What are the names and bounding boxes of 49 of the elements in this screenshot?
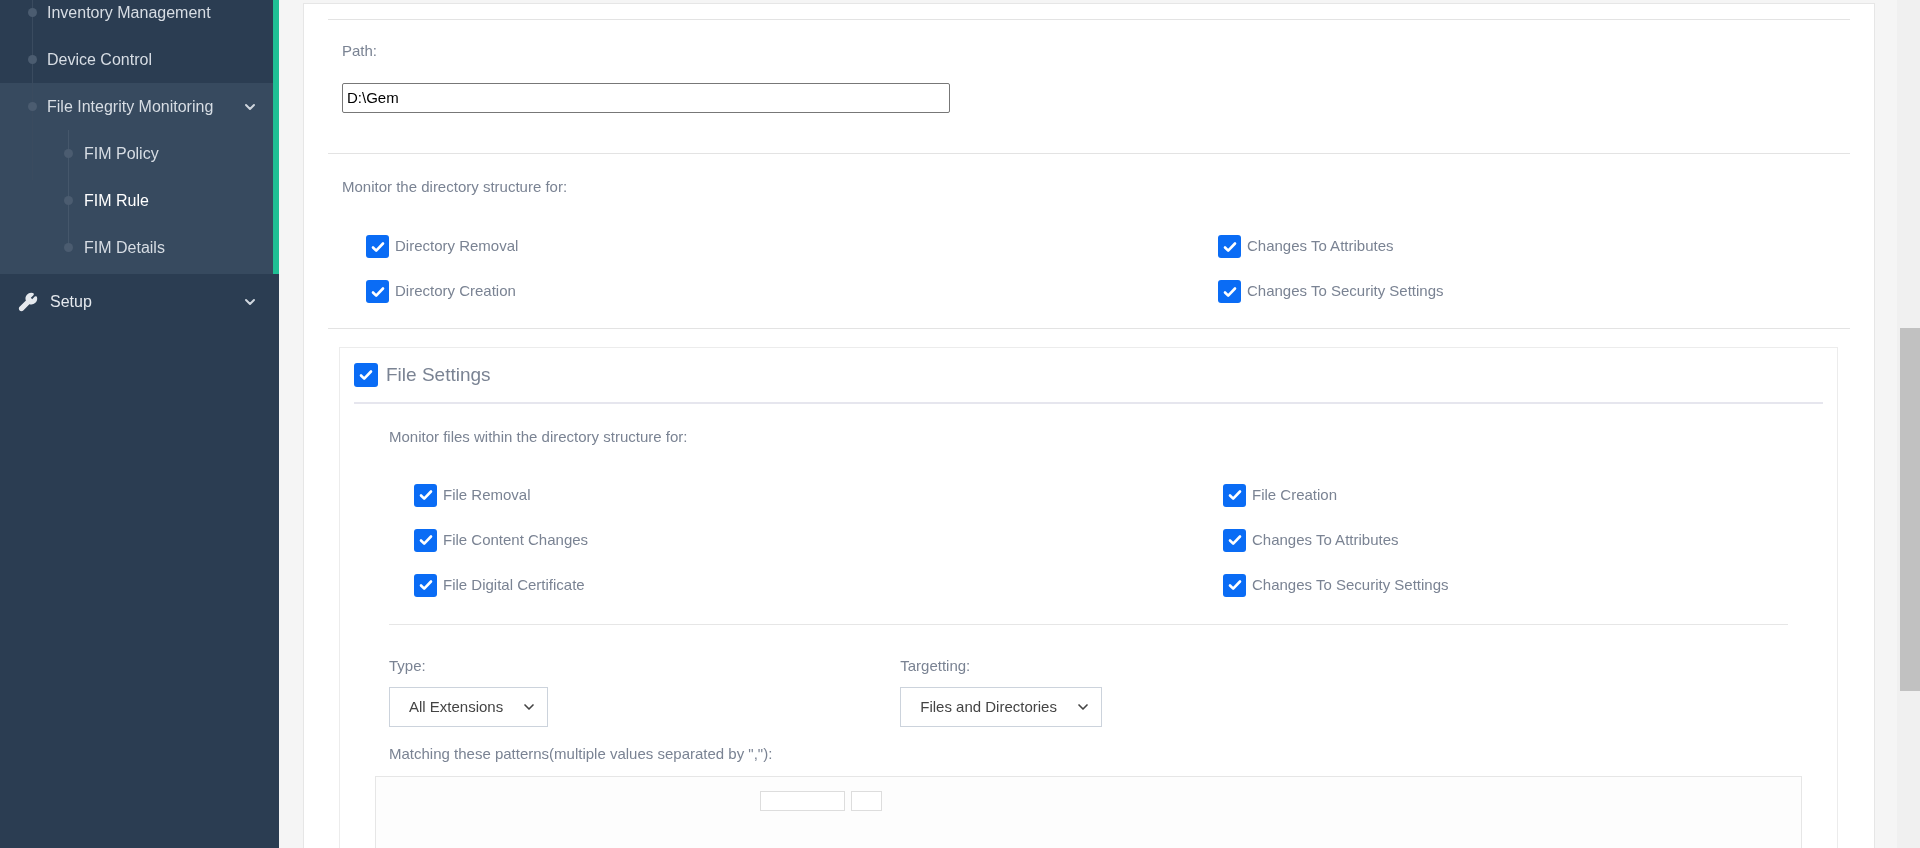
checkbox-label: Changes To Security Settings (1252, 574, 1449, 595)
check-icon (417, 577, 434, 593)
nav-item[interactable]: Setup (50, 290, 92, 314)
checkbox-label: Changes To Attributes (1252, 529, 1399, 550)
nav-item[interactable]: FIM Details (84, 235, 165, 260)
checkbox[interactable] (1223, 528, 1246, 552)
checkbox[interactable] (1223, 573, 1246, 597)
nav-item[interactable]: FIM Rule (84, 188, 149, 213)
checkbox-label: Changes To Security Settings (1247, 281, 1444, 302)
wrench-icon (18, 292, 38, 312)
field-label: Type: (389, 655, 427, 676)
checkbox[interactable] (414, 528, 437, 552)
checkbox[interactable] (1218, 235, 1241, 258)
check-icon (417, 487, 434, 503)
checkbox-label: Directory Removal (395, 236, 519, 257)
nav-item[interactable]: FIM Policy (84, 141, 159, 166)
checkbox-label: File Digital Certificate (443, 574, 585, 595)
select-dropdown[interactable]: Files and Directories (900, 687, 1102, 727)
checkbox-label: File Removal (443, 484, 531, 505)
checkbox[interactable] (1218, 280, 1241, 303)
nav-item[interactable]: Inventory Management (47, 0, 211, 25)
checkbox[interactable] (366, 280, 389, 303)
field-label: Targetting: (900, 655, 972, 676)
check-icon (358, 367, 374, 383)
checkbox-label: File Content Changes (443, 529, 589, 550)
check-icon (417, 532, 434, 548)
field-label: Path: (342, 41, 379, 61)
checkbox[interactable] (1223, 483, 1246, 507)
checkbox-label: Changes To Attributes (1247, 236, 1394, 257)
path-input[interactable]: D:\Gem (342, 82, 950, 113)
check-icon (1226, 532, 1243, 548)
checkbox[interactable] (414, 573, 437, 597)
nav-item[interactable]: Device Control (47, 47, 152, 72)
bullet-icon (28, 55, 37, 64)
scrollbar[interactable] (1897, 0, 1920, 848)
select-dropdown[interactable]: All Extensions (389, 687, 549, 727)
bullet-icon (28, 8, 37, 17)
section-label: Monitor the directory structure for: (342, 176, 569, 197)
panel-title: File Settings (386, 362, 491, 387)
section-label: Monitor files within the directory structure for: (389, 427, 689, 447)
checkbox-label: Directory Creation (395, 281, 516, 302)
check-icon (1226, 487, 1243, 503)
check-icon (1226, 577, 1243, 593)
nav-item[interactable]: File Integrity Monitoring (47, 94, 214, 119)
checkbox[interactable] (354, 363, 378, 387)
field-label: Matching these patterns(multiple values separated by ","): (389, 744, 774, 764)
checkbox-label: File Creation (1252, 484, 1338, 505)
checkbox[interactable] (414, 483, 437, 507)
checkbox[interactable] (366, 235, 389, 258)
